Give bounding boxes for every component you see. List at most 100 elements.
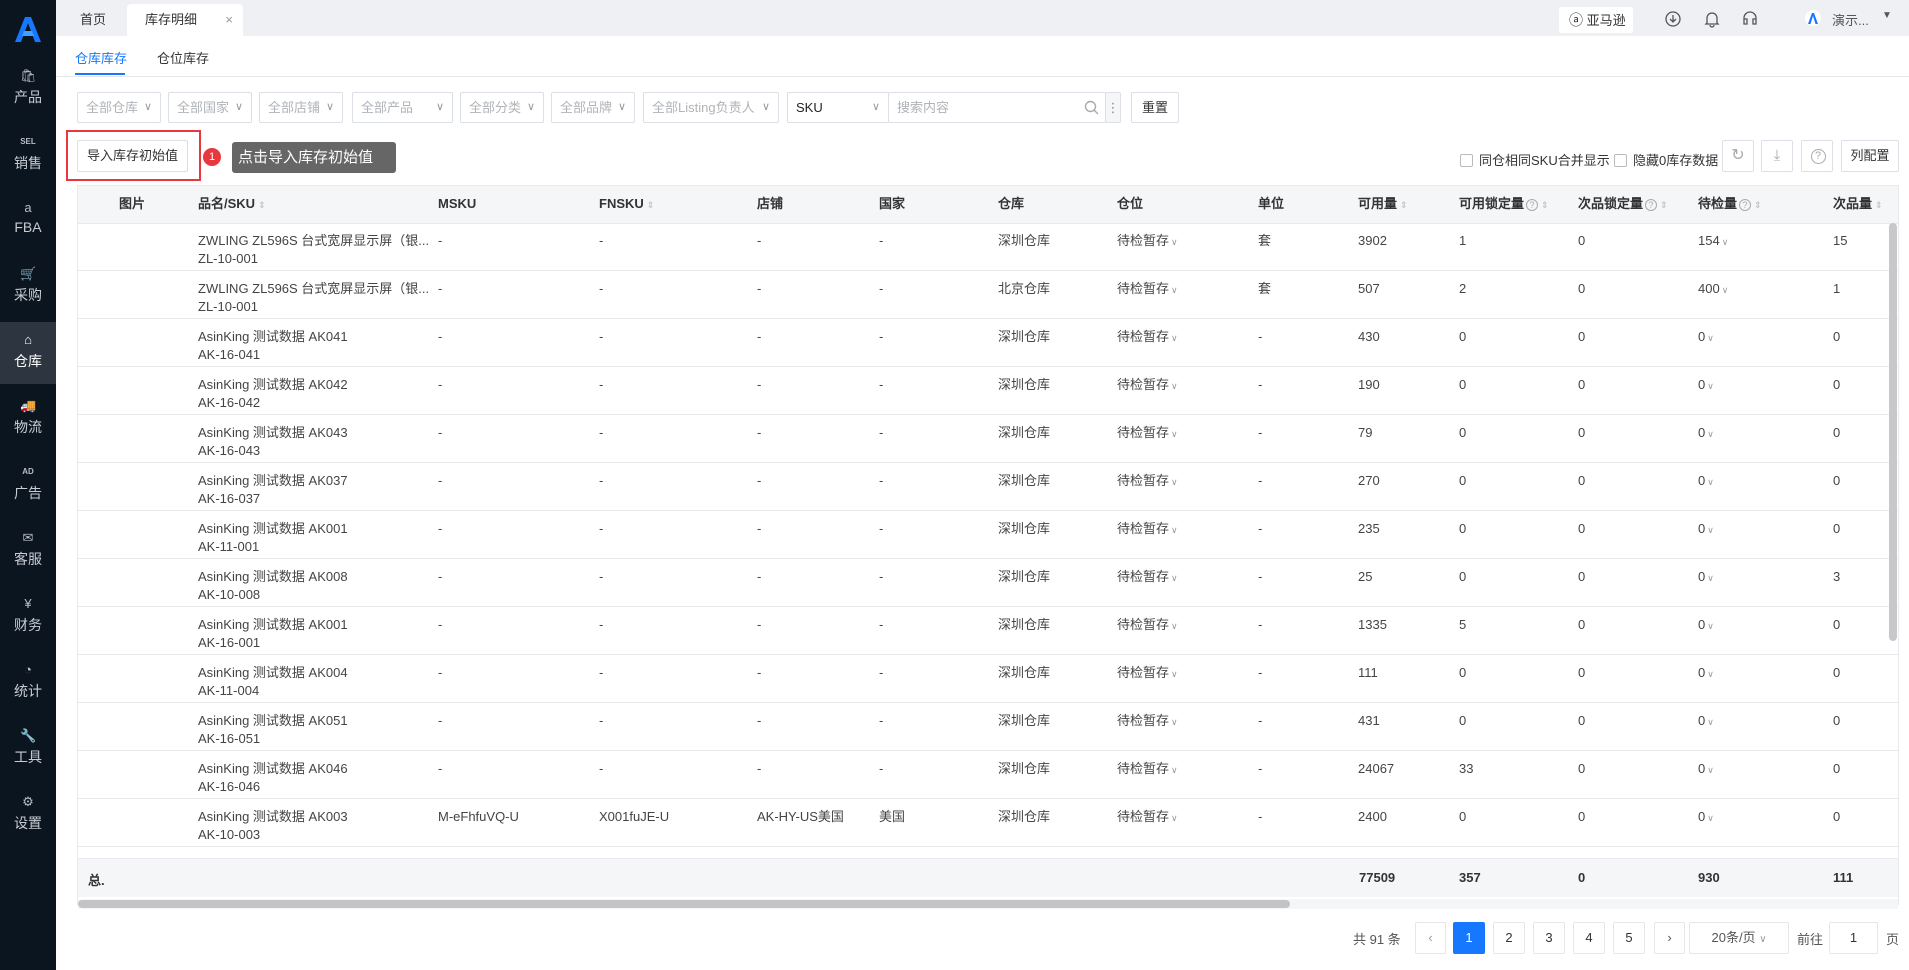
cell-bin[interactable]: 待检暂存 ∨ (1117, 376, 1178, 395)
cell-pending[interactable]: 154 ∨ (1698, 232, 1728, 251)
filter-select-6[interactable]: 全部Listing负责人 ∨ (643, 92, 779, 123)
reset-button[interactable]: 重置 (1131, 92, 1179, 123)
filter-select-5[interactable]: 全部品牌 ∨ (551, 92, 635, 123)
column-header-11[interactable]: 次品锁定量? ⇕ (1578, 185, 1668, 223)
cell-bin[interactable]: 待检暂存 ∨ (1117, 424, 1178, 443)
vertical-scrollbar[interactable] (1889, 223, 1897, 641)
user-name[interactable]: 演示... (1832, 10, 1869, 29)
product-name[interactable]: AsinKing 测试数据 AK003 (198, 808, 348, 826)
more-options-icon[interactable]: ⋮ (1105, 92, 1121, 123)
merge-sku-checkbox[interactable]: 同仓相同SKU合并显示 (1460, 150, 1610, 169)
page-button-5[interactable]: 5 (1613, 922, 1645, 954)
sidebar-item-1[interactable]: SEL 销售 (0, 124, 56, 186)
product-name[interactable]: ZWLING ZL596S 台式宽屏显示屏（银... (198, 280, 429, 298)
product-name[interactable]: AsinKing 测试数据 AK004 (198, 664, 348, 682)
product-name[interactable]: AsinKing 测试数据 AK001 (198, 616, 348, 634)
sort-icon[interactable]: ⇕ (1660, 200, 1668, 210)
cell-bin[interactable]: 待检暂存 ∨ (1117, 568, 1178, 587)
column-header-10[interactable]: 可用锁定量? ⇕ (1459, 185, 1549, 223)
page-button-3[interactable]: 3 (1533, 922, 1565, 954)
product-name[interactable]: AsinKing 测试数据 AK051 (198, 712, 348, 730)
sort-icon[interactable]: ⇕ (1754, 200, 1762, 210)
product-name[interactable]: AsinKing 测试数据 AK037 (198, 472, 348, 490)
sort-icon[interactable]: ⇕ (258, 200, 266, 210)
search-input[interactable]: 搜索内容 (888, 92, 1106, 123)
sidebar-item-0[interactable]: 🛍 产品 (0, 58, 56, 120)
filter-select-1[interactable]: 全部国家 ∨ (168, 92, 252, 123)
bell-icon[interactable] (1704, 10, 1720, 28)
filter-select-2[interactable]: 全部店铺 ∨ (259, 92, 343, 123)
product-name[interactable]: AsinKing 测试数据 AK008 (198, 568, 348, 586)
cell-bin[interactable]: 待检暂存 ∨ (1117, 664, 1178, 683)
page-button-4[interactable]: 4 (1573, 922, 1605, 954)
column-header-1[interactable]: 品名/SKU ⇕ (198, 185, 266, 223)
tab-home[interactable]: 首页 (62, 4, 124, 36)
cell-bin[interactable]: 待检暂存 ∨ (1117, 712, 1178, 731)
page-button-2[interactable]: 2 (1493, 922, 1525, 954)
download-icon[interactable] (1665, 11, 1681, 27)
cell-bin[interactable]: 待检暂存 ∨ (1117, 328, 1178, 347)
headset-icon[interactable] (1742, 10, 1758, 28)
next-page-button[interactable]: › (1654, 922, 1685, 954)
subtab-warehouse-inventory[interactable]: 仓库库存 (75, 48, 127, 67)
export-icon[interactable]: ⤓ (1761, 140, 1793, 172)
cell-pending[interactable]: 0 ∨ (1698, 664, 1714, 683)
help-icon[interactable]: ? (1739, 198, 1752, 211)
cell-bin[interactable]: 待检暂存 ∨ (1117, 280, 1178, 299)
cell-pending[interactable]: 0 ∨ (1698, 616, 1714, 635)
cell-pending[interactable]: 0 ∨ (1698, 712, 1714, 731)
product-name[interactable]: AsinKing 测试数据 AK041 (198, 328, 348, 346)
search-type-select[interactable]: SKU ∨ (787, 92, 889, 123)
cell-pending[interactable]: 400 ∨ (1698, 280, 1728, 299)
filter-select-3[interactable]: 全部产品 ∨ (352, 92, 453, 123)
sort-icon[interactable]: ⇕ (1875, 200, 1883, 210)
cell-bin[interactable]: 待检暂存 ∨ (1117, 808, 1178, 827)
sort-icon[interactable]: ⇕ (1541, 200, 1549, 210)
refresh-icon[interactable]: ↻ (1722, 140, 1754, 172)
product-name[interactable]: AsinKing 测试数据 AK042 (198, 376, 348, 394)
subtab-bin-inventory[interactable]: 仓位库存 (157, 48, 209, 67)
page-size-select[interactable]: 20条/页 ∨ (1689, 922, 1789, 954)
cell-bin[interactable]: 待检暂存 ∨ (1117, 520, 1178, 539)
goto-page-input[interactable]: 1 (1829, 922, 1878, 954)
caret-down-icon[interactable]: ▼ (1882, 10, 1892, 21)
cell-bin[interactable]: 待检暂存 ∨ (1117, 616, 1178, 635)
product-name[interactable]: AsinKing 测试数据 AK001 (198, 520, 348, 538)
sort-icon[interactable]: ⇕ (647, 200, 655, 210)
filter-select-4[interactable]: 全部分类 ∨ (460, 92, 544, 123)
column-header-13[interactable]: 次品量 ⇕ (1833, 185, 1883, 223)
product-name[interactable]: ZWLING ZL596S 台式宽屏显示屏（银... (198, 232, 429, 250)
hide-zero-checkbox[interactable]: 隐藏0库存数据 (1614, 150, 1718, 169)
sort-icon[interactable]: ⇕ (1400, 200, 1408, 210)
cell-pending[interactable]: 0 ∨ (1698, 424, 1714, 443)
cell-pending[interactable]: 0 ∨ (1698, 328, 1714, 347)
column-header-9[interactable]: 可用量 ⇕ (1358, 185, 1408, 223)
help-icon[interactable]: ? (1801, 140, 1833, 172)
app-logo[interactable] (12, 14, 44, 44)
cell-pending[interactable]: 0 ∨ (1698, 472, 1714, 491)
cell-pending[interactable]: 0 ∨ (1698, 376, 1714, 395)
product-name[interactable]: AsinKing 测试数据 AK043 (198, 424, 348, 442)
filter-select-0[interactable]: 全部仓库 ∨ (77, 92, 161, 123)
tab-inventory-detail[interactable]: 库存明细 × (127, 4, 243, 36)
cell-bin[interactable]: 待检暂存 ∨ (1117, 232, 1178, 251)
close-icon[interactable]: × (225, 4, 233, 36)
user-avatar[interactable] (1805, 10, 1821, 26)
help-icon[interactable]: ? (1526, 198, 1539, 211)
horizontal-scrollbar[interactable] (78, 900, 1290, 908)
prev-page-button[interactable]: ‹ (1415, 922, 1446, 954)
column-header-12[interactable]: 待检量? ⇕ (1698, 185, 1762, 223)
marketplace-switch[interactable]: ⓐ 亚马逊 (1559, 7, 1633, 33)
cell-bin[interactable]: 待检暂存 ∨ (1117, 472, 1178, 491)
cell-pending[interactable]: 0 ∨ (1698, 568, 1714, 587)
search-icon[interactable] (1084, 100, 1099, 115)
cell-bin[interactable]: 待检暂存 ∨ (1117, 760, 1178, 779)
column-header-3[interactable]: FNSKU ⇕ (599, 185, 654, 223)
cell-pending[interactable]: 0 ∨ (1698, 808, 1714, 827)
cell-pending[interactable]: 0 ∨ (1698, 760, 1714, 779)
product-name[interactable]: AsinKing 测试数据 AK046 (198, 760, 348, 778)
help-icon[interactable]: ? (1645, 198, 1658, 211)
page-button-1[interactable]: 1 (1453, 922, 1485, 954)
cell-pending[interactable]: 0 ∨ (1698, 520, 1714, 539)
import-initial-inventory-button[interactable]: 导入库存初始值 (77, 140, 188, 172)
